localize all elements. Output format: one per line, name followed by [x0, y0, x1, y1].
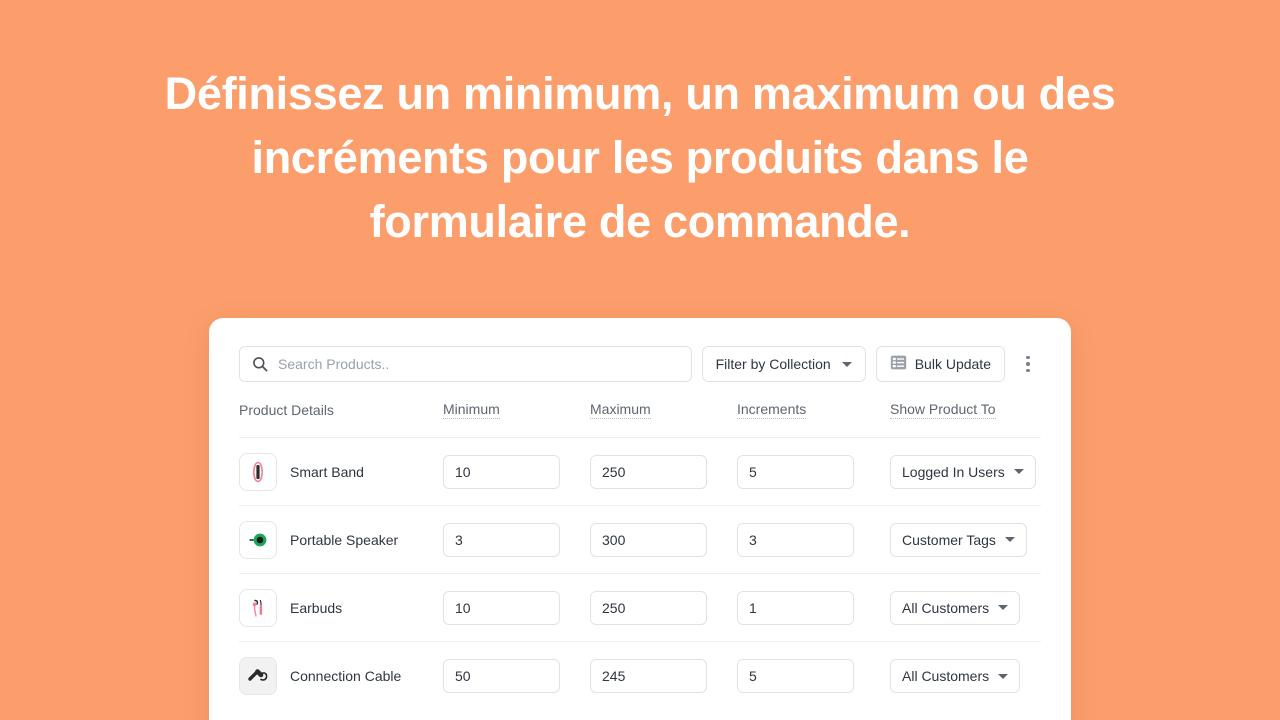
column-header-product-details: Product Details — [239, 401, 334, 418]
product-name: Connection Cable — [290, 668, 402, 684]
kebab-dot — [1026, 355, 1030, 360]
product-name: Smart Band — [290, 463, 364, 480]
audience-label: Logged In Users — [902, 463, 1005, 480]
minimum-input[interactable] — [443, 590, 560, 625]
smart-band-thumbnail — [239, 452, 277, 491]
maximum-input[interactable] — [590, 590, 707, 625]
maximum-input[interactable] — [590, 659, 707, 693]
search-icon — [252, 356, 268, 372]
product-name: Portable Speaker — [290, 531, 399, 548]
kebab-dot — [1026, 362, 1030, 366]
products-card: Filter by Collection Bulk Update — [209, 318, 1071, 720]
product-cell: Portable Speaker — [239, 520, 443, 559]
maximum-input[interactable] — [590, 454, 707, 489]
search-field[interactable] — [239, 346, 692, 382]
chevron-down-icon — [998, 673, 1009, 679]
audience-label: All Customers — [902, 668, 990, 684]
kebab-menu-icon[interactable] — [1015, 346, 1041, 382]
chevron-down-icon — [1004, 537, 1015, 542]
column-header-minimum: Minimum — [443, 400, 500, 419]
column-header-maximum: Maximum — [590, 400, 651, 419]
table-row: Smart Band Logged In Users — [239, 438, 1041, 506]
portable-speaker-thumbnail — [239, 520, 277, 559]
bulk-update-label: Bulk Update — [914, 356, 991, 372]
product-name: Earbuds — [290, 599, 343, 616]
filter-by-collection-label: Filter by Collection — [715, 356, 831, 372]
minimum-input[interactable] — [443, 659, 560, 693]
toolbar: Filter by Collection Bulk Update — [209, 318, 1071, 382]
column-header-increments: Increments — [737, 400, 807, 419]
table-row: Earbuds All Customers — [239, 574, 1041, 642]
search-input[interactable] — [278, 356, 679, 372]
product-cell: Earbuds — [239, 588, 443, 627]
audience-select[interactable]: Customer Tags — [890, 522, 1027, 557]
table-row: Connection Cable All Customers — [239, 642, 1041, 710]
increments-input[interactable] — [737, 522, 854, 557]
filter-by-collection-button[interactable]: Filter by Collection — [701, 346, 866, 382]
audience-label: Customer Tags — [902, 531, 996, 548]
table-header-row: Product Details Minimum Maximum Incremen… — [239, 382, 1041, 438]
minimum-input[interactable] — [443, 522, 560, 557]
audience-select[interactable]: All Customers — [890, 659, 1021, 693]
page-title: Définissez un minimum, un maximum ou des… — [164, 68, 1116, 247]
chevron-down-icon — [998, 605, 1009, 610]
product-cell: Connection Cable — [239, 657, 443, 695]
bulk-update-button[interactable]: Bulk Update — [875, 346, 1005, 382]
audience-select[interactable]: Logged In Users — [890, 454, 1036, 489]
chevron-down-icon — [1013, 469, 1024, 474]
maximum-input[interactable] — [590, 522, 707, 557]
table-row: Portable Speaker Customer Tags — [239, 506, 1041, 574]
audience-label: All Customers — [902, 599, 990, 616]
products-table: Product Details Minimum Maximum Incremen… — [209, 382, 1071, 710]
connection-cable-thumbnail — [239, 657, 277, 695]
audience-select[interactable]: All Customers — [890, 590, 1021, 625]
kebab-dot — [1026, 368, 1030, 373]
increments-input[interactable] — [737, 454, 854, 489]
increments-input[interactable] — [737, 659, 854, 693]
product-cell: Smart Band — [239, 452, 443, 491]
minimum-input[interactable] — [443, 454, 560, 489]
chevron-down-icon — [841, 361, 852, 367]
earbuds-thumbnail — [239, 588, 277, 627]
column-header-show-product-to: Show Product To — [890, 400, 996, 419]
increments-input[interactable] — [737, 590, 854, 625]
list-icon — [890, 354, 907, 374]
